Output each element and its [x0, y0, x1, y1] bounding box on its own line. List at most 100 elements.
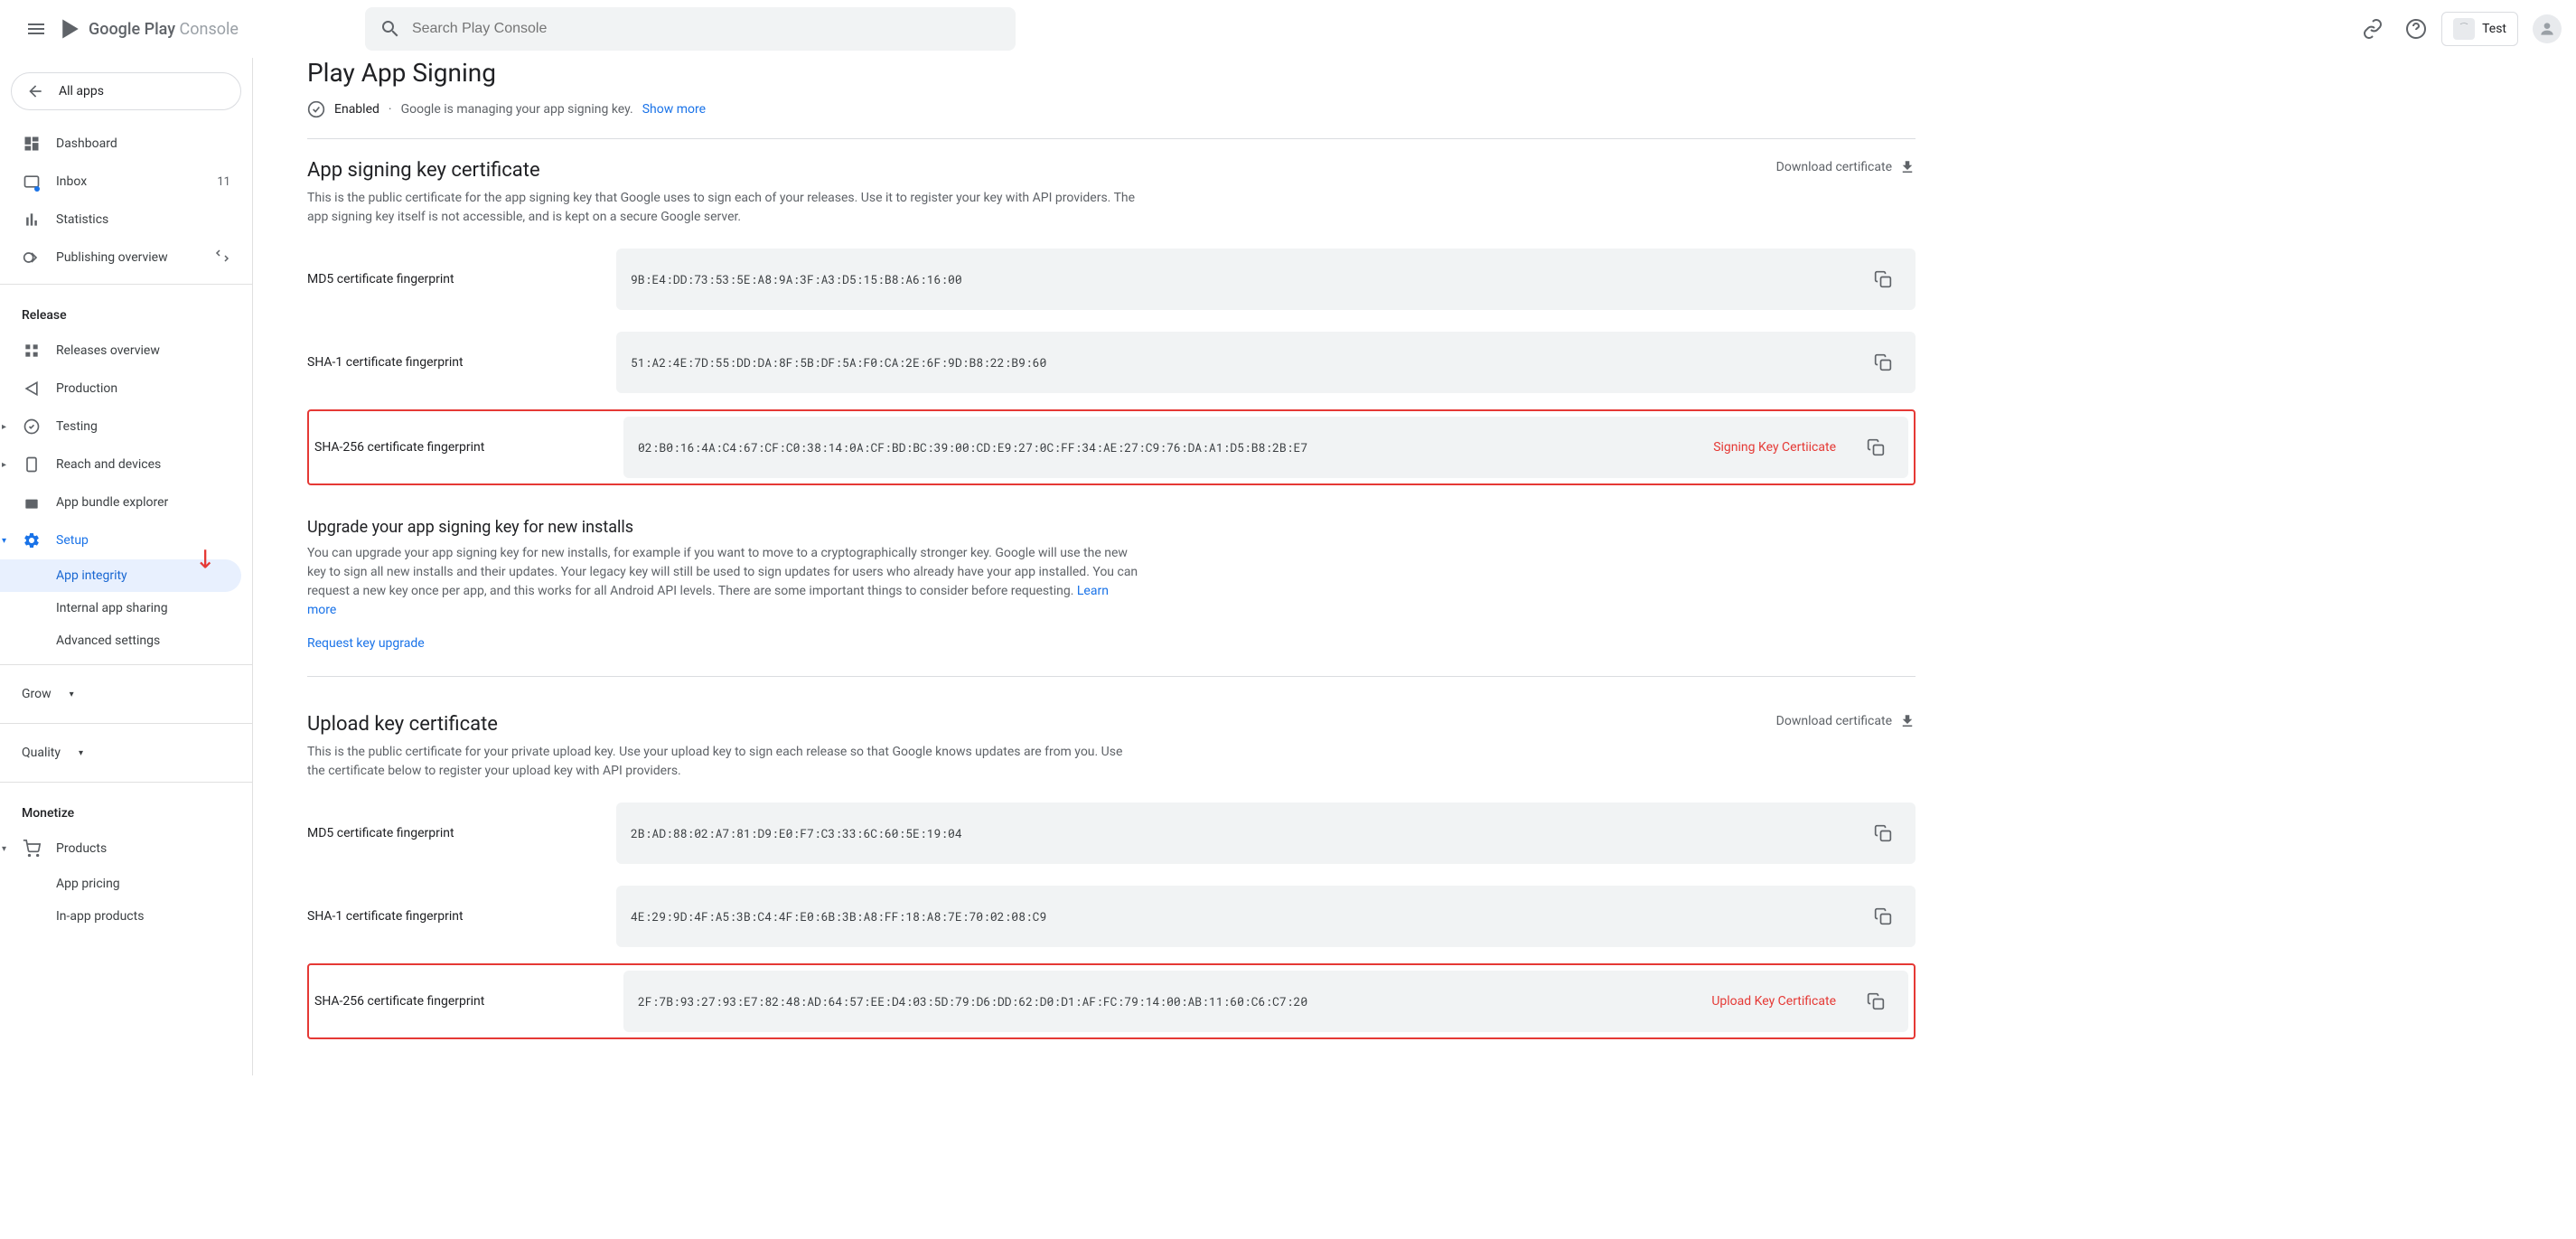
- statistics-icon: [22, 210, 42, 230]
- copy-button[interactable]: [1865, 815, 1901, 851]
- sidebar-item-label: Releases overview: [56, 343, 160, 358]
- gear-icon: [22, 530, 42, 550]
- notification-dot: [34, 186, 40, 192]
- copy-icon: [1874, 270, 1892, 288]
- sidebar-item-inapp-products[interactable]: In-app products: [0, 900, 252, 933]
- signing-section-desc: This is the public certificate for the a…: [307, 189, 1138, 227]
- fingerprint-label: SHA-1 certificate fingerprint: [307, 355, 587, 370]
- play-logo-icon: [58, 16, 83, 42]
- download-upload-cert[interactable]: Download certificate: [1776, 713, 1916, 729]
- inbox-count: 11: [217, 175, 230, 189]
- md5-signing-value: 9B:E4:DD:73:53:5E:A8:9A:3F:A3:D5:15:B8:A…: [631, 271, 1850, 287]
- fingerprint-label: MD5 certificate fingerprint: [307, 272, 587, 286]
- download-icon: [1899, 713, 1916, 729]
- person-icon: [2538, 20, 2556, 38]
- app-selector[interactable]: Test: [2441, 12, 2518, 46]
- production-icon: [22, 379, 42, 399]
- sha256-upload-highlight: SHA-256 certificate fingerprint 2F:7B:93…: [307, 963, 1916, 1039]
- sha256-signing-highlight: SHA-256 certificate fingerprint 02:B0:16…: [307, 409, 1916, 485]
- fingerprint-label: SHA-256 certificate fingerprint: [314, 994, 595, 1009]
- upload-annotation: Upload Key Certificate: [1711, 994, 1836, 1009]
- copy-button[interactable]: [1865, 344, 1901, 380]
- chevron-down-icon: ▾: [70, 690, 74, 699]
- sidebar-item-label: Quality: [22, 746, 61, 760]
- app-icon: [2453, 18, 2475, 40]
- page-title: Play App Signing: [307, 58, 1916, 88]
- sidebar-item-quality[interactable]: Quality ▾: [0, 731, 252, 774]
- sidebar-item-publishing[interactable]: Publishing overview: [0, 239, 252, 277]
- cart-icon: [22, 839, 42, 859]
- sidebar-item-label: Internal app sharing: [56, 601, 168, 615]
- expand-icon: ▾: [2, 536, 6, 546]
- sha1-signing-row: SHA-1 certificate fingerprint 51:A2:4E:7…: [307, 332, 1916, 393]
- upgrade-desc: You can upgrade your app signing key for…: [307, 544, 1138, 620]
- show-more-link[interactable]: Show more: [642, 102, 706, 117]
- help-button[interactable]: [2398, 11, 2434, 47]
- sidebar-item-setup[interactable]: ▾ Setup: [0, 521, 252, 559]
- sha1-upload-row: SHA-1 certificate fingerprint 4E:29:9D:4…: [307, 886, 1916, 947]
- sidebar-item-bundle[interactable]: App bundle explorer: [0, 483, 252, 521]
- header: Google Play Console Test: [0, 0, 2576, 58]
- copy-button[interactable]: [1858, 983, 1894, 1019]
- expand-icon: ▾: [2, 844, 6, 854]
- app-name: Test: [2482, 22, 2506, 36]
- request-key-upgrade-link[interactable]: Request key upgrade: [307, 636, 425, 651]
- link-button[interactable]: [2355, 11, 2391, 47]
- copy-button[interactable]: [1865, 261, 1901, 297]
- bundle-icon: [22, 493, 42, 512]
- sidebar-item-advanced[interactable]: Advanced settings: [0, 624, 252, 657]
- copy-button[interactable]: [1865, 898, 1901, 934]
- md5-upload-row: MD5 certificate fingerprint 2B:AD:88:02:…: [307, 803, 1916, 864]
- logo[interactable]: Google Play Console: [58, 16, 239, 42]
- download-icon: [1899, 159, 1916, 175]
- sidebar-item-production[interactable]: Production: [0, 370, 252, 408]
- sidebar-item-inbox[interactable]: Inbox 11: [0, 163, 252, 201]
- sidebar-item-app-integrity[interactable]: App integrity: [0, 559, 241, 592]
- sidebar: All apps Dashboard Inbox 11 Statistics P…: [0, 58, 253, 1075]
- devices-icon: [22, 455, 42, 474]
- menu-icon: [25, 18, 47, 40]
- sha256-upload-value: 2F:7B:93:27:93:E7:82:48:AD:64:57:EE:D4:0…: [638, 993, 1843, 1009]
- sidebar-item-label: Production: [56, 381, 117, 396]
- status-row: Enabled · Google is managing your app si…: [307, 100, 1916, 139]
- download-signing-cert[interactable]: Download certificate: [1776, 159, 1916, 175]
- copy-button[interactable]: [1858, 429, 1894, 465]
- sidebar-item-internal-sharing[interactable]: Internal app sharing: [0, 592, 252, 624]
- sidebar-item-label: Inbox: [56, 174, 87, 189]
- monetize-section-label: Monetize: [0, 790, 252, 830]
- sidebar-item-statistics[interactable]: Statistics: [0, 201, 252, 239]
- sidebar-item-dashboard[interactable]: Dashboard: [0, 125, 252, 163]
- separator: ·: [389, 102, 392, 117]
- search-input[interactable]: [412, 21, 1001, 37]
- user-avatar[interactable]: [2533, 14, 2562, 43]
- status-enabled: Enabled: [334, 102, 379, 117]
- arrow-back-icon: [26, 82, 44, 100]
- hamburger-menu[interactable]: [14, 7, 58, 51]
- status-text: Google is managing your app signing key.: [401, 102, 633, 117]
- sidebar-item-grow[interactable]: Grow ▾: [0, 672, 252, 716]
- fingerprint-label: MD5 certificate fingerprint: [307, 826, 587, 840]
- upload-section-title: Upload key certificate: [307, 713, 1138, 736]
- all-apps-button[interactable]: All apps: [11, 72, 241, 110]
- fingerprint-label: SHA-256 certificate fingerprint: [314, 440, 595, 455]
- sidebar-item-releases-overview[interactable]: Releases overview: [0, 332, 252, 370]
- search-bar[interactable]: [365, 7, 1016, 51]
- link-icon: [2362, 18, 2384, 40]
- logo-text-play: Google Play: [89, 20, 175, 39]
- copy-icon: [1867, 992, 1885, 1010]
- sha256-upload-row: SHA-256 certificate fingerprint 2F:7B:93…: [314, 971, 1908, 1032]
- sidebar-item-products[interactable]: ▾ Products: [0, 830, 252, 868]
- copy-icon: [1867, 438, 1885, 456]
- dashboard-icon: [22, 134, 42, 154]
- sidebar-item-reach[interactable]: ▸ Reach and devices: [0, 446, 252, 483]
- sidebar-item-label: Testing: [56, 419, 98, 434]
- check-circle-icon: [307, 100, 325, 118]
- sidebar-item-testing[interactable]: ▸ Testing: [0, 408, 252, 446]
- sha256-signing-row: SHA-256 certificate fingerprint 02:B0:16…: [314, 417, 1908, 478]
- sidebar-item-label: Products: [56, 841, 107, 856]
- managed-icon: [214, 248, 230, 268]
- release-section-label: Release: [0, 292, 252, 332]
- sidebar-item-app-pricing[interactable]: App pricing: [0, 868, 252, 900]
- sidebar-item-label: Reach and devices: [56, 457, 161, 472]
- sidebar-item-label: In-app products: [56, 909, 144, 924]
